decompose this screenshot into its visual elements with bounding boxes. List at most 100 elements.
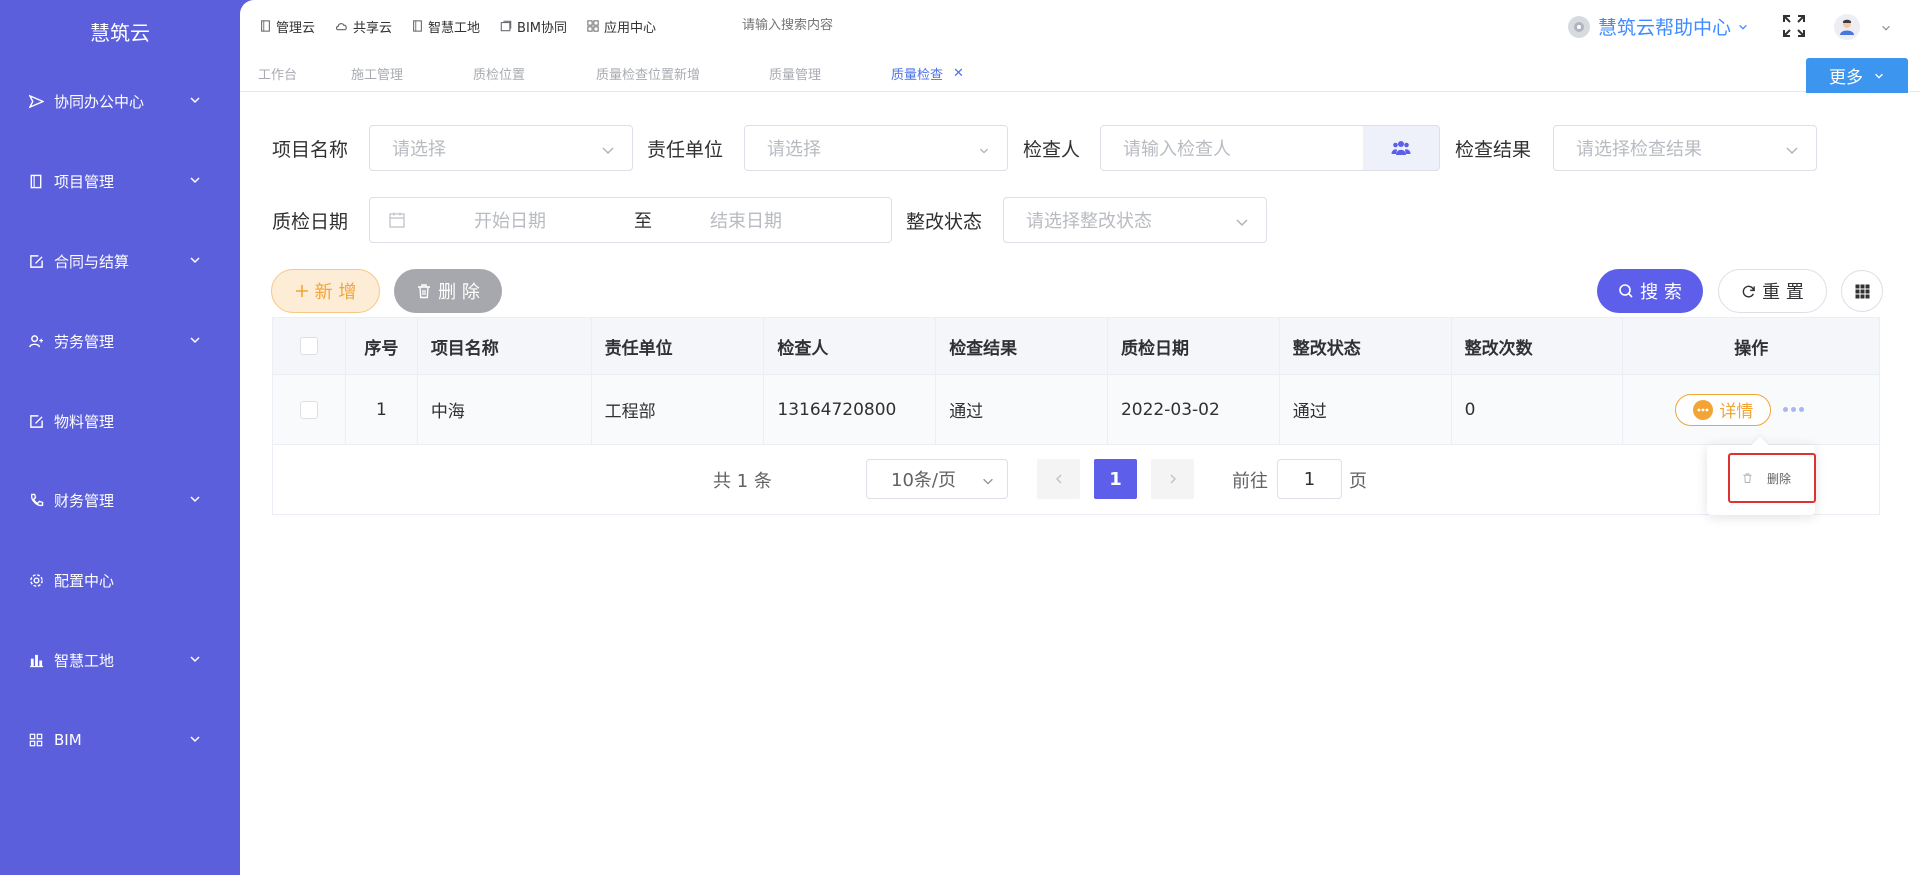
help-center-label: 慧筑云帮助中心 <box>1598 17 1732 39</box>
topnav-share-cloud[interactable]: 共享云 <box>335 17 392 36</box>
add-button[interactable]: 新 增 <box>271 269 380 313</box>
sidebar-item-collab-office[interactable]: 协同办公中心 <box>0 81 240 121</box>
global-search-input[interactable] <box>742 18 942 33</box>
chevron-down-icon <box>190 736 200 743</box>
sidebar-item-smart-site[interactable]: 智慧工地 <box>0 640 240 680</box>
dropdown-delete-item[interactable]: 删除 <box>1728 453 1816 503</box>
topnav-label: 管理云 <box>276 20 316 36</box>
topnav-bim-collab[interactable]: BIM协同 <box>500 17 567 36</box>
select-inspector-button[interactable] <box>1363 125 1440 171</box>
column-header: 检查人 <box>764 318 937 374</box>
column-header: 质检日期 <box>1108 318 1280 374</box>
tab-qc-position[interactable]: 质检位置 <box>473 64 525 83</box>
column-header: 项目名称 <box>418 318 592 374</box>
sidebar-item-bim[interactable]: BIM <box>0 720 240 760</box>
column-header: 责任单位 <box>592 318 765 374</box>
pagination-total: 共 1 条 <box>713 471 772 492</box>
tab-quality-inspection[interactable]: 质量检查 ✕ <box>891 64 964 83</box>
tab-quality-management[interactable]: 质量管理 <box>769 64 821 83</box>
cell-index: 1 <box>346 375 418 444</box>
prev-page-button[interactable] <box>1037 459 1080 499</box>
column-settings-button[interactable] <box>1841 270 1883 312</box>
close-icon[interactable]: ✕ <box>953 66 964 81</box>
users-icon <box>1391 141 1411 155</box>
start-date-placeholder: 开始日期 <box>474 211 546 232</box>
inspector-input[interactable]: 请输入检查人 <box>1100 125 1364 171</box>
users-icon <box>28 333 44 349</box>
select-all-checkbox[interactable] <box>299 337 318 355</box>
goto-page-input[interactable] <box>1277 459 1342 499</box>
tab-qc-position-add[interactable]: 质量检查位置新增 <box>596 64 700 83</box>
inspection-result-select[interactable]: 请选择检查结果 <box>1553 125 1817 171</box>
rectify-status-select[interactable]: 请选择整改状态 <box>1003 197 1267 243</box>
end-date-placeholder: 结束日期 <box>710 211 782 232</box>
cell-actions: 详情 <box>1623 375 1879 444</box>
sidebar: 慧筑云 协同办公中心 项目管理 合同与结算 劳务管理 物料管理 财务管理 配置中… <box>0 0 240 875</box>
project-name-label: 项目名称 <box>272 139 349 161</box>
page-suffix-label: 页 <box>1349 471 1367 492</box>
top-nav: 管理云 共享云 智慧工地 BIM协同 应用中心 <box>260 17 676 36</box>
page-number-button[interactable]: 1 <box>1094 459 1137 499</box>
brand-title: 慧筑云 <box>90 20 150 45</box>
column-header: 序号 <box>346 318 418 374</box>
project-name-select[interactable]: 请选择 <box>369 125 633 171</box>
topnav-smart-site[interactable]: 智慧工地 <box>412 17 480 36</box>
delete-button[interactable]: 删 除 <box>394 269 502 313</box>
sidebar-item-project[interactable]: 项目管理 <box>0 161 240 201</box>
rectify-status-placeholder: 请选择整改状态 <box>1026 211 1152 232</box>
gear-icon <box>28 572 44 588</box>
sidebar-item-label: BIM <box>54 731 82 749</box>
goto-label: 前往 <box>1232 471 1268 492</box>
topnav-app-center[interactable]: 应用中心 <box>587 17 656 36</box>
page-size-select[interactable]: 10条/页 <box>866 459 1008 499</box>
sidebar-item-config[interactable]: 配置中心 <box>0 560 240 600</box>
sidebar-item-finance[interactable]: 财务管理 <box>0 480 240 520</box>
inspector-placeholder: 请输入检查人 <box>1123 139 1231 160</box>
edit-doc-icon <box>28 413 44 429</box>
topnav-management-cloud[interactable]: 管理云 <box>260 17 315 36</box>
reset-button[interactable]: 重 置 <box>1718 269 1827 313</box>
inspection-result-label: 检查结果 <box>1455 139 1532 161</box>
user-avatar-icon <box>1840 19 1854 35</box>
detail-button[interactable]: 详情 <box>1675 393 1772 426</box>
help-center-link[interactable]: 慧筑云帮助中心 <box>1568 13 1749 40</box>
book-icon <box>28 173 44 189</box>
user-avatar[interactable] <box>1834 14 1860 40</box>
topnav-label: 智慧工地 <box>428 20 481 36</box>
add-label: 新 增 <box>314 282 357 303</box>
cloud-icon <box>335 23 347 31</box>
sidebar-item-material[interactable]: 物料管理 <box>0 401 240 441</box>
fullscreen-icon[interactable] <box>1782 14 1806 38</box>
chevron-down-icon <box>190 97 200 104</box>
book-icon <box>261 20 270 32</box>
help-logo-icon <box>1568 15 1590 38</box>
chevron-down-icon <box>190 496 200 503</box>
chevron-down-icon <box>1739 24 1747 30</box>
tab-workbench[interactable]: 工作台 <box>258 64 297 83</box>
next-page-button[interactable] <box>1151 459 1194 499</box>
chevron-down-icon[interactable] <box>1880 22 1892 34</box>
top-bar: 管理云 共享云 智慧工地 BIM协同 应用中心 慧筑云帮助中心 <box>240 0 1920 52</box>
date-range-separator: 至 <box>634 211 652 232</box>
phone-icon <box>28 492 44 508</box>
sidebar-item-label: 配置中心 <box>54 571 115 590</box>
responsible-unit-placeholder: 请选择 <box>767 139 821 160</box>
more-label: 更多 <box>1829 68 1863 88</box>
chevron-down-icon <box>1236 219 1248 227</box>
column-header: 检查结果 <box>936 318 1108 374</box>
tab-construction[interactable]: 施工管理 <box>351 64 403 83</box>
row-checkbox[interactable] <box>299 400 318 419</box>
date-range-picker[interactable]: 开始日期 至 结束日期 <box>369 197 892 243</box>
more-tabs-button[interactable]: 更多 <box>1806 58 1908 93</box>
chevron-down-icon <box>190 337 200 344</box>
responsible-unit-select[interactable]: 请选择 <box>744 125 1008 171</box>
chevron-down-icon <box>1875 73 1883 79</box>
row-select-cell <box>273 375 346 444</box>
search-button[interactable]: 搜 索 <box>1597 269 1703 313</box>
cell-result: 通过 <box>936 375 1108 444</box>
more-actions-icon[interactable] <box>1783 407 1805 412</box>
more-circle-icon <box>1693 399 1714 420</box>
sidebar-item-label: 项目管理 <box>54 172 115 191</box>
sidebar-item-contract[interactable]: 合同与结算 <box>0 241 240 281</box>
sidebar-item-labor[interactable]: 劳务管理 <box>0 321 240 361</box>
